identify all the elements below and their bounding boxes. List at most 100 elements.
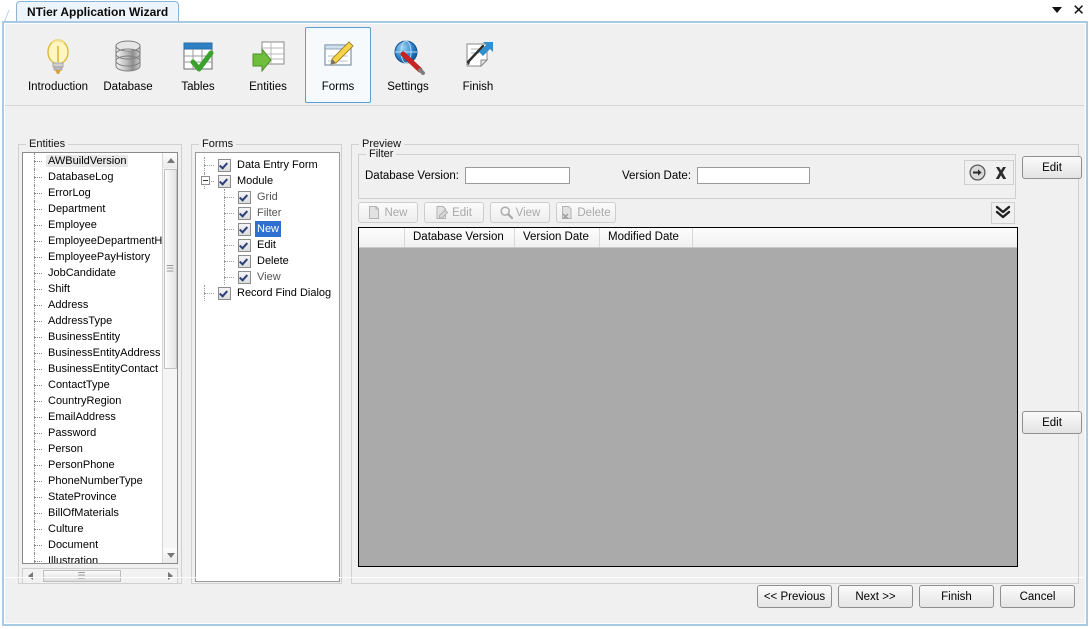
form-tree-item[interactable]: Edit	[196, 237, 339, 253]
grid-column-header[interactable]: Database Version	[405, 228, 515, 247]
database-version-input[interactable]	[464, 167, 570, 184]
edit-filter-button[interactable]: Edit	[1022, 156, 1082, 179]
grid-column-header[interactable]: Version Date	[515, 228, 600, 247]
form-tree-item-label: Data Entry Form	[237, 159, 318, 171]
checkbox-checked-icon[interactable]	[238, 254, 251, 268]
edit-filter-label: Edit	[1042, 161, 1062, 174]
step-forms[interactable]: Forms	[305, 27, 371, 103]
entity-list-item[interactable]: AddressType	[23, 313, 163, 329]
previous-button[interactable]: << Previous	[757, 585, 832, 608]
form-tree-item[interactable]: Data Entry Form	[196, 157, 339, 173]
entity-list-item-label: Employee	[48, 219, 97, 231]
entity-list-item[interactable]: StateProvince	[23, 489, 163, 505]
entity-list-item[interactable]: Department	[23, 201, 163, 217]
entity-list-item[interactable]: Document	[23, 537, 163, 553]
entity-list-item-label: Password	[48, 427, 97, 439]
scroll-up-arrow-icon[interactable]	[163, 153, 177, 168]
form-tree-item[interactable]: Record Find Dialog	[196, 285, 339, 301]
step-introduction[interactable]: Introduction	[25, 27, 91, 103]
entity-list-item-label: BillOfMaterials	[48, 507, 119, 519]
close-icon[interactable]: ✕	[1072, 2, 1085, 18]
forms-tree[interactable]: Data Entry Form Module Grid Filter New Edit De…	[195, 152, 340, 582]
preview-new-button[interactable]: New	[358, 202, 418, 223]
thumb-grip: ☰	[165, 263, 176, 274]
form-tree-item[interactable]: Filter	[196, 205, 339, 221]
filter-fields-row: Database Version: Version Date:	[365, 167, 811, 184]
entity-list-item[interactable]: EmailAddress	[23, 409, 163, 425]
entity-list-item[interactable]: BusinessEntityAddress	[23, 345, 163, 361]
entity-list-item[interactable]: ErrorLog	[23, 185, 163, 201]
version-date-input[interactable]	[697, 167, 811, 184]
form-tree-item[interactable]: Delete	[196, 253, 339, 269]
step-finish[interactable]: Finish	[445, 27, 511, 103]
tree-connector	[204, 165, 214, 166]
form-tree-item[interactable]: View	[196, 269, 339, 285]
form-tree-item-label: Record Find Dialog	[237, 287, 332, 299]
checkbox-checked-icon[interactable]	[238, 206, 251, 220]
chevron-down-icon[interactable]	[1052, 7, 1063, 13]
preview-edit-label: Edit	[452, 206, 472, 219]
entity-list-item[interactable]: Illustration	[23, 553, 163, 563]
entity-list-item[interactable]: BusinessEntityContact	[23, 361, 163, 377]
entity-list-item[interactable]: JobCandidate	[23, 265, 163, 281]
tree-connector	[224, 189, 225, 205]
preview-edit-button[interactable]: Edit	[424, 202, 484, 223]
main-window: Introduction Database Tables Entities Fo…	[2, 21, 1088, 626]
checkbox-checked-icon[interactable]	[238, 238, 251, 252]
step-settings[interactable]: Settings	[375, 27, 441, 103]
step-label: Entities	[249, 81, 287, 93]
entity-list-item[interactable]: DatabaseLog	[23, 169, 163, 185]
entity-list-item[interactable]: AWBuildVersion	[23, 153, 163, 169]
checkbox-checked-icon[interactable]	[218, 174, 231, 188]
entity-list-item[interactable]: BillOfMaterials	[23, 505, 163, 521]
checkbox-checked-icon[interactable]	[238, 222, 251, 236]
entities-tree[interactable]: AWBuildVersion DatabaseLog ErrorLog Departm…	[22, 152, 178, 564]
cancel-button[interactable]: Cancel	[1000, 585, 1075, 608]
step-entities[interactable]: Entities	[235, 27, 301, 103]
edit-grid-button[interactable]: Edit	[1022, 411, 1082, 434]
entity-list-item[interactable]: Address	[23, 297, 163, 313]
entity-list-item[interactable]: Person	[23, 441, 163, 457]
checkbox-checked-icon[interactable]	[218, 286, 231, 300]
cancel-label: Cancel	[1019, 590, 1056, 603]
entity-list-item[interactable]: Employee	[23, 217, 163, 233]
grid-column-header[interactable]: Modified Date	[600, 228, 693, 247]
entity-list-item[interactable]: EmployeeDepartmentHist	[23, 233, 163, 249]
checkbox-checked-icon[interactable]	[238, 190, 251, 204]
step-database[interactable]: Database	[95, 27, 161, 103]
scroll-down-arrow-icon[interactable]	[163, 548, 177, 563]
form-tree-item[interactable]: Grid	[196, 189, 339, 205]
entity-list-item[interactable]: PhoneNumberType	[23, 473, 163, 489]
entities-vertical-scrollbar[interactable]: ☰	[162, 153, 177, 563]
entity-list-item[interactable]: Shift	[23, 281, 163, 297]
clear-x-icon[interactable]	[990, 162, 1012, 184]
checkbox-checked-icon[interactable]	[238, 270, 251, 284]
form-tree-item[interactable]: Module	[196, 173, 339, 189]
entity-list-item[interactable]: ContactType	[23, 377, 163, 393]
application-tab[interactable]: NTier Application Wizard	[16, 1, 180, 21]
form-tree-item-label: View	[257, 271, 281, 283]
grid-row-selector-header[interactable]	[359, 228, 405, 247]
step-tables[interactable]: Tables	[165, 27, 231, 103]
entity-list-item[interactable]: BusinessEntity	[23, 329, 163, 345]
entity-list-item[interactable]: Culture	[23, 521, 163, 537]
preview-view-button[interactable]: View	[490, 202, 550, 223]
entity-list-item[interactable]: EmployeePayHistory	[23, 249, 163, 265]
entity-list-item[interactable]: CountryRegion	[23, 393, 163, 409]
tree-collapse-icon[interactable]	[201, 176, 210, 185]
apply-arrow-icon[interactable]	[966, 162, 988, 184]
entity-list-item[interactable]: Password	[23, 425, 163, 441]
form-tree-item[interactable]: New	[196, 221, 339, 237]
finish-button[interactable]: Finish	[919, 585, 994, 608]
preview-data-grid[interactable]: Database Version Version Date Modified D…	[358, 227, 1018, 567]
preview-expand-button[interactable]	[991, 202, 1015, 224]
entities-vscroll-thumb[interactable]: ☰	[164, 169, 177, 369]
preview-delete-button[interactable]: Delete	[556, 202, 616, 223]
entity-list-item[interactable]: PersonPhone	[23, 457, 163, 473]
next-button[interactable]: Next >>	[838, 585, 913, 608]
entity-list-item-label: DatabaseLog	[48, 171, 114, 183]
entity-list-item-label: Illustration	[48, 555, 99, 563]
checkbox-checked-icon[interactable]	[218, 158, 231, 172]
step-label: Forms	[321, 81, 355, 93]
filter-group-title: Filter	[366, 148, 397, 160]
